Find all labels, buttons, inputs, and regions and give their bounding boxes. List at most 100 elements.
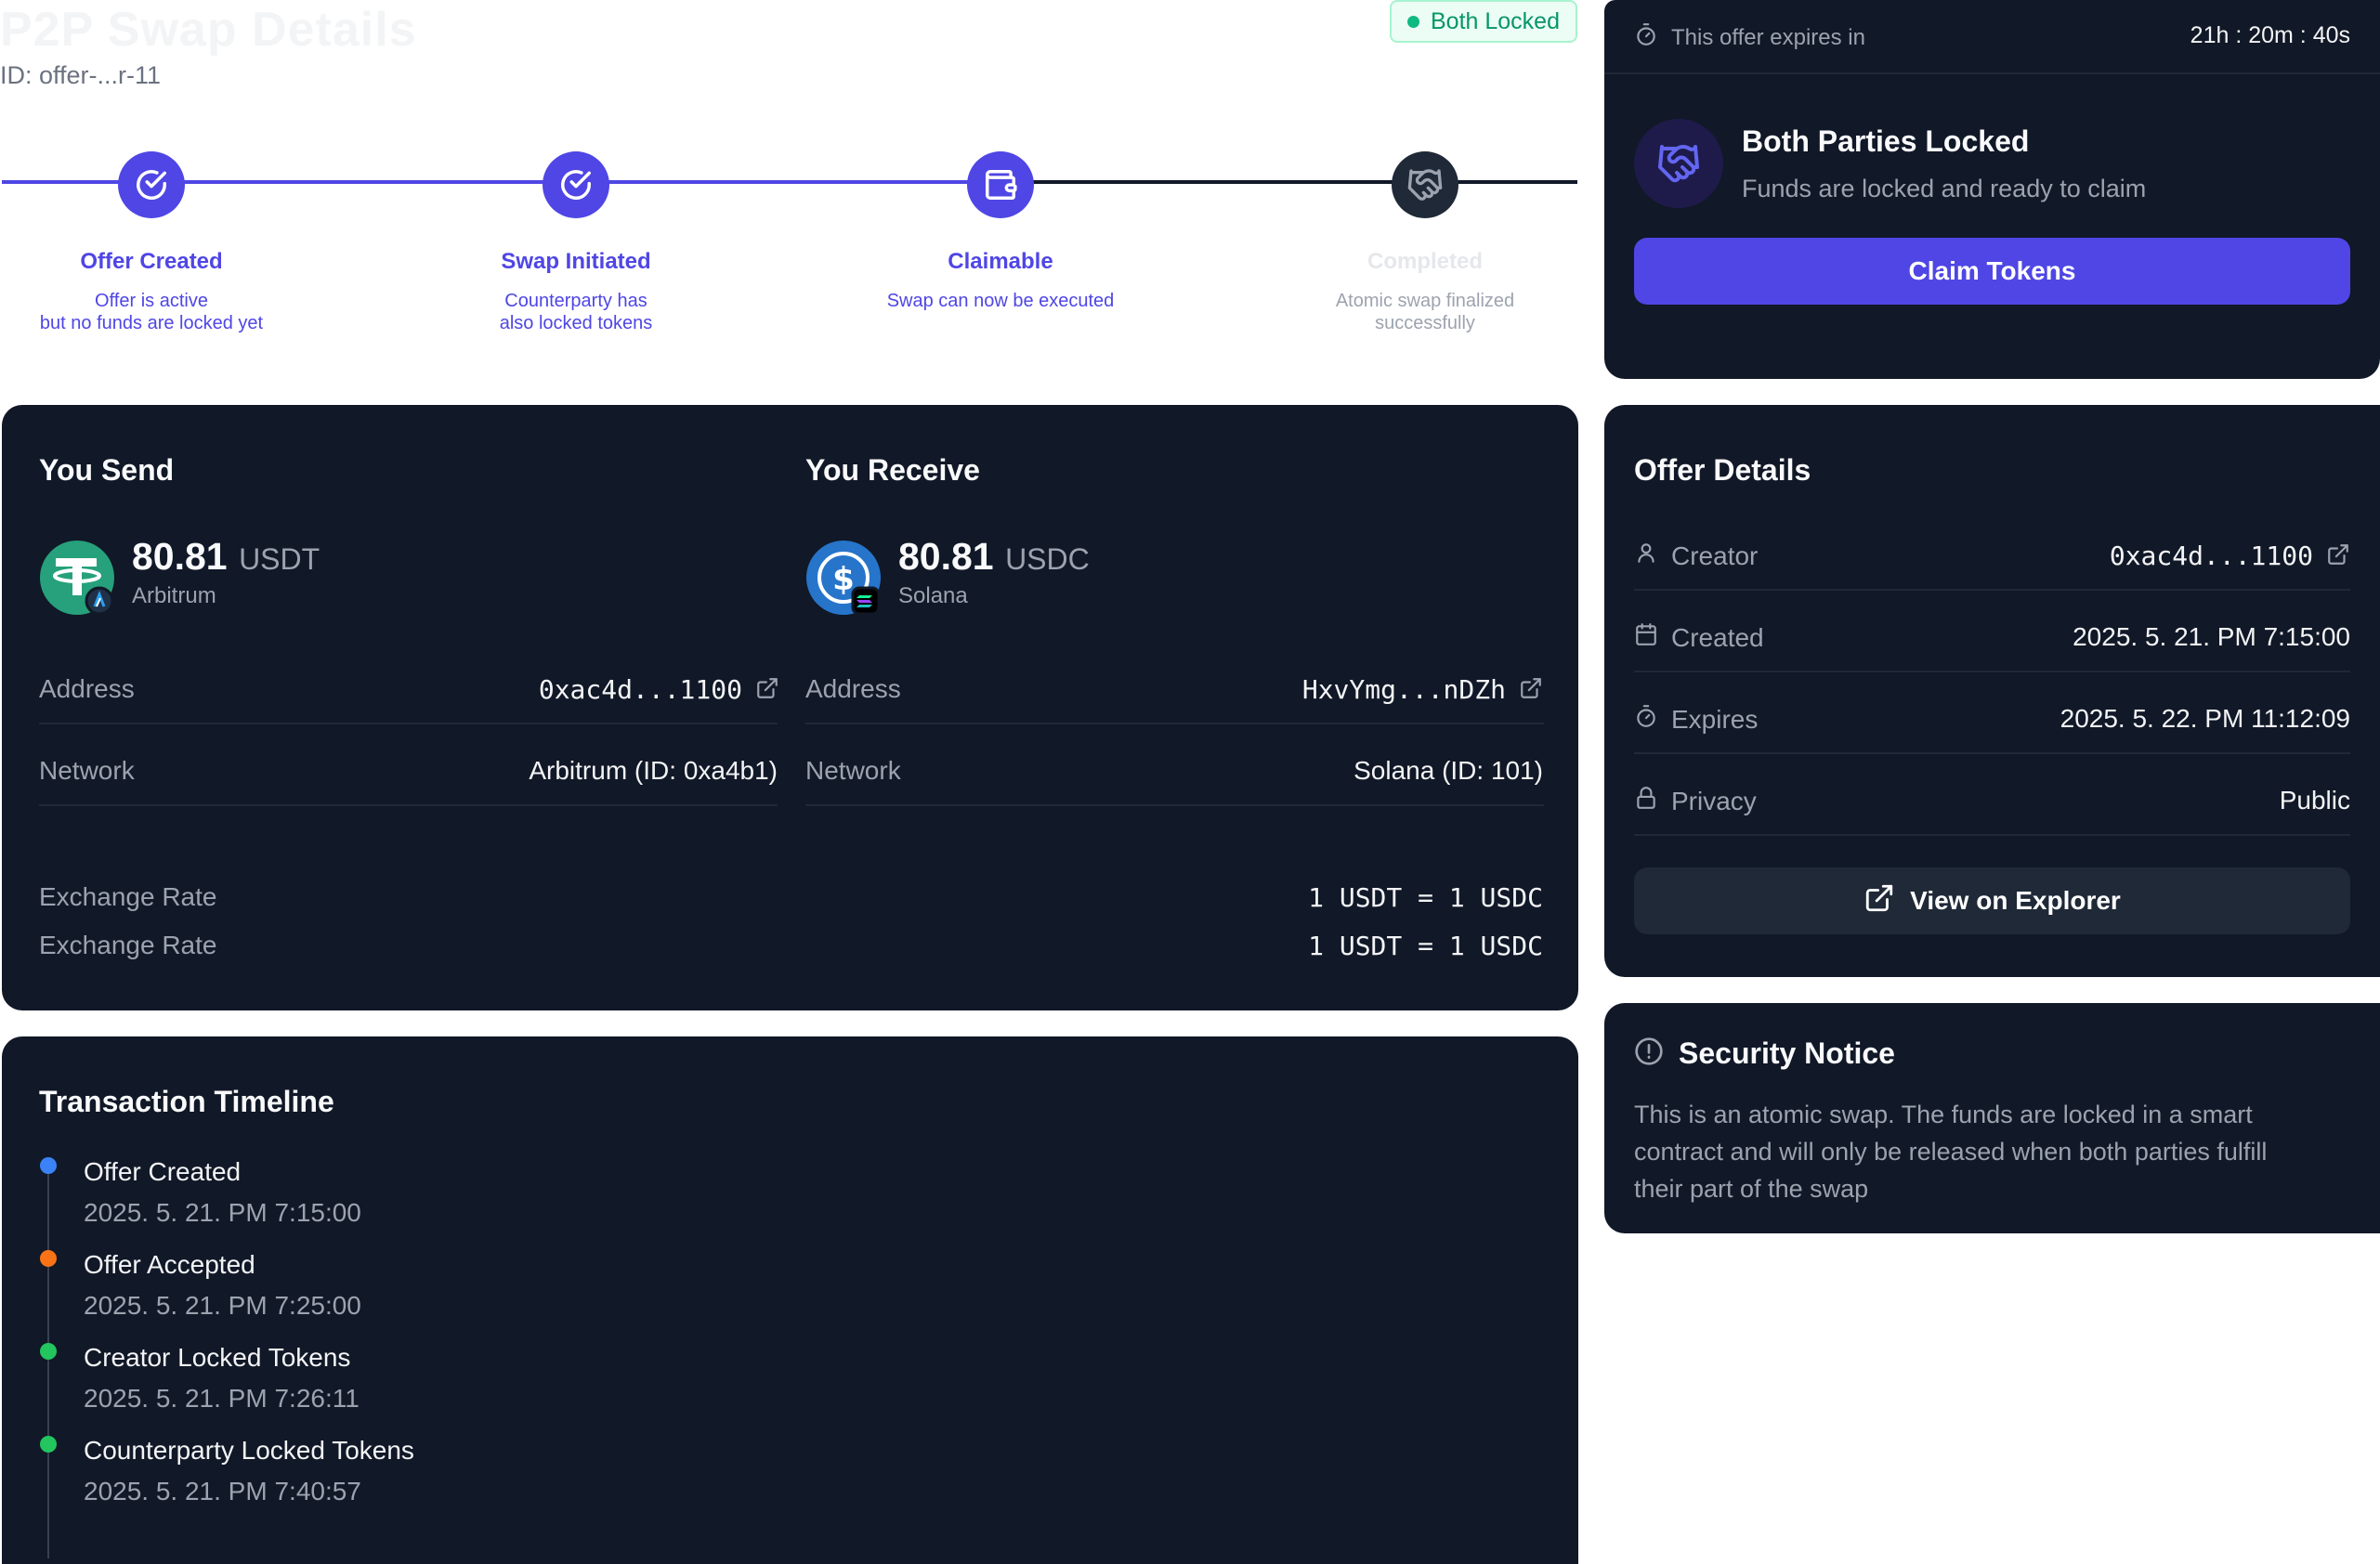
step-title: Claimable: [948, 249, 1053, 274]
security-heading-row: Security Notice: [1634, 1036, 1895, 1071]
send-chain: Arbitrum: [132, 583, 216, 608]
svg-text:$: $: [832, 561, 855, 598]
expires-label-row: Expires: [1634, 704, 1758, 735]
timeline-dot: [40, 1157, 57, 1174]
step-claimable-icon: [967, 151, 1034, 218]
receive-network: Solana (ID: 101): [1353, 756, 1543, 785]
alert-circle-icon: [1634, 1036, 1664, 1071]
offer-details-card: Offer Details Creator 0xac4d...1100 Crea…: [1604, 405, 2380, 977]
timeline-dot: [40, 1436, 57, 1453]
divider: [805, 723, 1544, 724]
step-offer-created-icon: [118, 151, 185, 218]
divider: [805, 804, 1544, 806]
divider: [1634, 671, 2350, 672]
stepper-track-pending: [1003, 180, 1577, 184]
external-link-icon: [1863, 882, 1895, 920]
lock-status-desc: Funds are locked and ready to claim: [1742, 175, 2147, 202]
timeline-event-title: Offer Created: [84, 1157, 242, 1186]
divider: [1634, 834, 2350, 836]
send-amount-row: 80.81 USDT: [132, 535, 320, 579]
claim-card: This offer expires in 21h : 20m : 40s Bo…: [1604, 0, 2380, 379]
divider: [39, 723, 778, 724]
view-on-explorer-label: View on Explorer: [1910, 886, 2121, 915]
user-icon: [1634, 541, 1658, 571]
timeline-event-time: 2025. 5. 21. PM 7:15:00: [84, 1198, 361, 1227]
timer-icon: [1634, 704, 1658, 735]
expiry-label-row: This offer expires in: [1634, 22, 1865, 53]
receive-network-label: Network: [805, 756, 901, 785]
step-desc: Swap can now be executed: [886, 291, 1115, 311]
expiry-label: This offer expires in: [1671, 24, 1865, 50]
timeline-dot: [40, 1250, 57, 1267]
send-amount: 80.81: [132, 535, 228, 578]
privacy-value: Public: [2279, 786, 2350, 815]
creator-address[interactable]: 0xac4d...1100: [2110, 541, 2350, 573]
receive-amount: 80.81: [898, 535, 994, 578]
external-link-icon[interactable]: [1519, 676, 1543, 707]
step-desc: Counterparty has also locked tokens: [499, 291, 653, 333]
claim-tokens-button[interactable]: Claim Tokens: [1634, 238, 2350, 305]
usdc-icon: $: [805, 540, 882, 616]
divider: [1634, 589, 2350, 591]
timeline-line: [47, 1168, 49, 1558]
exchange-rate-value: 1 USDT = 1 USDC: [1308, 931, 1543, 961]
lock-status-title: Both Parties Locked: [1742, 124, 2030, 158]
divider: [1634, 752, 2350, 754]
swap-card: You Send 80.81 USDT Arbitrum Address 0xa…: [2, 405, 1578, 1010]
timeline-card: Transaction Timeline Offer Created 2025.…: [2, 1036, 1578, 1564]
expires-value: 2025. 5. 22. PM 11:12:09: [2060, 704, 2350, 733]
step-title: Completed: [1367, 249, 1483, 274]
timeline-event-title: Counterparty Locked Tokens: [84, 1436, 414, 1465]
tether-icon: [39, 540, 115, 616]
receive-chain: Solana: [898, 583, 968, 608]
timeline-event-title: Offer Accepted: [84, 1250, 255, 1279]
timeline-event-time: 2025. 5. 21. PM 7:25:00: [84, 1291, 361, 1320]
send-symbol: USDT: [239, 542, 320, 576]
timeline-event-time: 2025. 5. 21. PM 7:26:11: [84, 1384, 360, 1413]
you-send-heading: You Send: [39, 453, 175, 487]
step-desc: Atomic swap finalized successfully: [1335, 291, 1515, 333]
status-dot: [1407, 15, 1419, 28]
security-notice-card: Security Notice This is an atomic swap. …: [1604, 1003, 2380, 1233]
offer-details-heading: Offer Details: [1634, 453, 1811, 487]
receive-address-label: Address: [805, 674, 901, 703]
privacy-label-row: Privacy: [1634, 786, 1757, 816]
status-badge-label: Both Locked: [1431, 7, 1560, 34]
timeline-heading: Transaction Timeline: [39, 1085, 334, 1118]
security-heading: Security Notice: [1679, 1036, 1895, 1070]
exchange-rate-value: 1 USDT = 1 USDC: [1308, 882, 1543, 913]
timer-icon: [1634, 22, 1658, 53]
status-badge: Both Locked: [1390, 0, 1577, 43]
calendar-icon: [1634, 622, 1658, 653]
lock-icon: [1634, 786, 1658, 816]
divider: [39, 804, 778, 806]
created-value: 2025. 5. 21. PM 7:15:00: [2073, 622, 2350, 651]
send-network-label: Network: [39, 756, 135, 785]
step-completed-icon: [1392, 151, 1458, 218]
step-title: Offer Created: [80, 249, 223, 274]
send-address-label: Address: [39, 674, 135, 703]
receive-address[interactable]: HxvYmg...nDZh: [1302, 674, 1543, 707]
you-receive-heading: You Receive: [805, 453, 980, 487]
created-label-row: Created: [1634, 622, 1764, 653]
offer-id: ID: offer-...r-11: [0, 61, 162, 89]
exchange-rate-label: Exchange Rate: [39, 882, 217, 911]
security-text: This is an atomic swap. The funds are lo…: [1634, 1101, 2268, 1203]
timeline-event-time: 2025. 5. 21. PM 7:40:57: [84, 1477, 361, 1505]
receive-amount-row: 80.81 USDC: [898, 535, 1090, 579]
expiry-countdown: 21h : 20m : 40s: [2190, 22, 2350, 48]
step-title: Swap Initiated: [501, 249, 651, 274]
step-desc: Offer is active but no funds are locked y…: [39, 291, 264, 333]
handshake-icon: [1634, 119, 1723, 208]
external-link-icon[interactable]: [2326, 542, 2350, 573]
send-network: Arbitrum (ID: 0xa4b1): [529, 756, 778, 785]
divider: [1604, 72, 2380, 74]
external-link-icon[interactable]: [755, 676, 779, 707]
timeline-event-title: Creator Locked Tokens: [84, 1343, 351, 1372]
creator-label-row: Creator: [1634, 541, 1758, 571]
send-address[interactable]: 0xac4d...1100: [539, 674, 779, 707]
view-on-explorer-button[interactable]: View on Explorer: [1634, 867, 2350, 934]
page-title: P2P Swap Details: [0, 3, 417, 57]
receive-symbol: USDC: [1005, 542, 1090, 576]
exchange-rate-label: Exchange Rate: [39, 931, 217, 959]
